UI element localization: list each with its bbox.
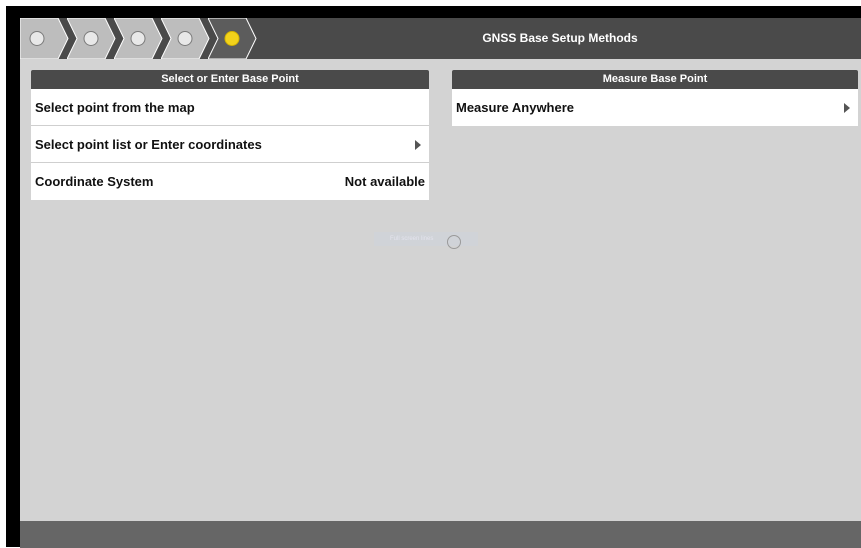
step-2-chevron-icon — [67, 18, 116, 59]
step-4-chevron-icon — [161, 18, 210, 59]
step-3[interactable] — [114, 18, 163, 59]
row-label: Coordinate System — [35, 174, 154, 189]
ghost-overlay-label: Full screen lines — [374, 232, 478, 246]
step-2[interactable] — [67, 18, 116, 59]
step-4[interactable] — [161, 18, 210, 59]
select-point-from-map-row[interactable]: Select point from the map — [31, 89, 429, 126]
top-bar: GNSS Base Setup Methods — [20, 18, 861, 59]
app-screen: GNSS Base Setup Methods Select or Enter … — [20, 18, 861, 548]
ghost-circle-icon — [447, 235, 461, 249]
step-5-chevron-icon — [208, 18, 257, 59]
coordinate-system-value: Not available — [344, 174, 425, 189]
device-frame: GNSS Base Setup Methods Select or Enter … — [6, 6, 861, 548]
bottom-bar — [20, 521, 861, 548]
measure-anywhere-row[interactable]: Measure Anywhere — [452, 89, 858, 126]
step-indicator — [20, 18, 260, 59]
page-title: GNSS Base Setup Methods — [482, 31, 638, 45]
step-1[interactable] — [20, 18, 69, 59]
row-label: Select point from the map — [35, 100, 195, 115]
row-label: Select point list or Enter coordinates — [35, 137, 262, 152]
measure-base-point-panel: Measure Base Point Measure Anywhere — [452, 70, 858, 126]
panel-header: Measure Base Point — [452, 70, 858, 89]
step-3-chevron-icon — [114, 18, 163, 59]
select-point-list-row[interactable]: Select point list or Enter coordinates — [31, 126, 429, 163]
select-base-point-panel: Select or Enter Base Point Select point … — [31, 70, 429, 200]
chevron-right-icon — [844, 103, 850, 113]
chevron-right-icon — [415, 140, 421, 150]
row-label: Measure Anywhere — [456, 100, 575, 115]
panel-header: Select or Enter Base Point — [31, 70, 429, 89]
step-5-active[interactable] — [208, 18, 257, 59]
step-1-chevron-icon — [20, 18, 69, 59]
coordinate-system-row[interactable]: Coordinate System Not available — [31, 163, 429, 200]
